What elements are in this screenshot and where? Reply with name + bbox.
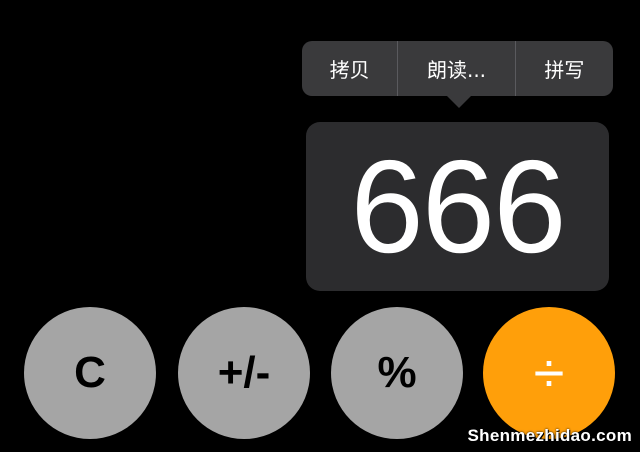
display-value: 666 xyxy=(350,133,566,280)
spell-menu-item[interactable]: 拼写 xyxy=(516,41,613,96)
percent-button-label: % xyxy=(377,348,417,397)
menu-pointer-arrow xyxy=(447,96,471,108)
toggle-sign-button[interactable]: +/- xyxy=(178,307,310,439)
context-menu: 拷贝 朗读... 拼写 xyxy=(302,41,613,108)
divide-button-label: ÷ xyxy=(533,341,565,404)
divide-button[interactable]: ÷ xyxy=(483,307,615,439)
watermark: Shenmezhidao.com xyxy=(467,426,632,445)
speak-menu-item[interactable]: 朗读... xyxy=(398,41,514,96)
clear-button[interactable]: C xyxy=(24,307,156,439)
copy-menu-item[interactable]: 拷贝 xyxy=(302,41,397,96)
toggle-sign-button-label: +/- xyxy=(217,348,271,397)
clear-button-label: C xyxy=(74,348,106,397)
calculator-display[interactable]: 666 xyxy=(306,122,609,291)
percent-button[interactable]: % xyxy=(331,307,463,439)
